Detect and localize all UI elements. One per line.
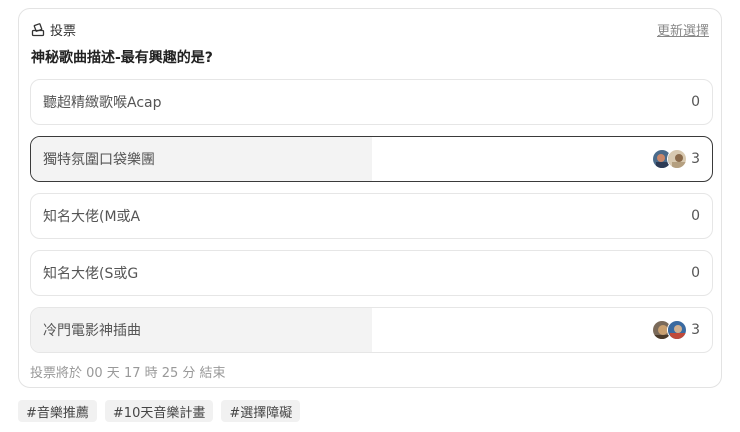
poll-option-result: 0	[687, 194, 700, 238]
poll-option-count: 3	[691, 151, 700, 167]
update-choice-link[interactable]: 更新選擇	[657, 20, 709, 39]
poll-card: 投票 更新選擇 神秘歌曲描述-最有興趣的是? 聽超精緻歌喉Acap 0 獨特氛圍…	[18, 8, 722, 388]
poll-option-result: 3	[652, 137, 700, 181]
poll-question: 神秘歌曲描述-最有興趣的是?	[31, 50, 213, 66]
avatar	[667, 320, 688, 340]
poll-option-result: 0	[687, 251, 700, 295]
poll-option[interactable]: 獨特氛圍口袋樂團 3	[30, 136, 713, 182]
voter-avatars	[652, 149, 688, 169]
poll-option-label: 聽超精緻歌喉Acap	[43, 95, 162, 111]
poll-option[interactable]: 知名大佬(M或A 0	[30, 193, 713, 239]
poll-end-time: 投票將於 00 天 17 時 25 分 結束	[30, 366, 226, 381]
poll-option-label: 知名大佬(S或G	[43, 266, 139, 282]
poll-option-count: 0	[691, 265, 700, 281]
poll-option-label: 冷門電影神插曲	[43, 323, 141, 339]
poll-option-label: 知名大佬(M或A	[43, 209, 141, 225]
poll-label: 投票	[50, 23, 77, 39]
tag-chip[interactable]: #10天音樂計畫	[104, 400, 214, 422]
poll-option-result: 3	[652, 308, 700, 352]
tag-chip[interactable]: #選擇障礙	[221, 400, 301, 422]
tag-chip[interactable]: #音樂推薦	[18, 400, 97, 422]
poll-option-count: 3	[691, 322, 700, 338]
poll-option[interactable]: 知名大佬(S或G 0	[30, 250, 713, 296]
tag-list: #音樂推薦 #10天音樂計畫 #選擇障礙	[18, 400, 308, 422]
poll-option-count: 0	[691, 94, 700, 110]
avatar	[667, 149, 688, 169]
poll-option[interactable]: 聽超精緻歌喉Acap 0	[30, 79, 713, 125]
poll-option-result: 0	[687, 80, 700, 124]
poll-option-count: 0	[691, 208, 700, 224]
voter-avatars	[652, 320, 688, 340]
poll-header: 投票 更新選擇	[31, 18, 709, 40]
ballot-box-icon	[31, 22, 45, 37]
poll-options: 聽超精緻歌喉Acap 0 獨特氛圍口袋樂團 3 知名大佬(M或A 0 知名大佬(…	[30, 79, 713, 364]
poll-option[interactable]: 冷門電影神插曲 3	[30, 307, 713, 353]
poll-option-label: 獨特氛圍口袋樂團	[43, 152, 155, 168]
